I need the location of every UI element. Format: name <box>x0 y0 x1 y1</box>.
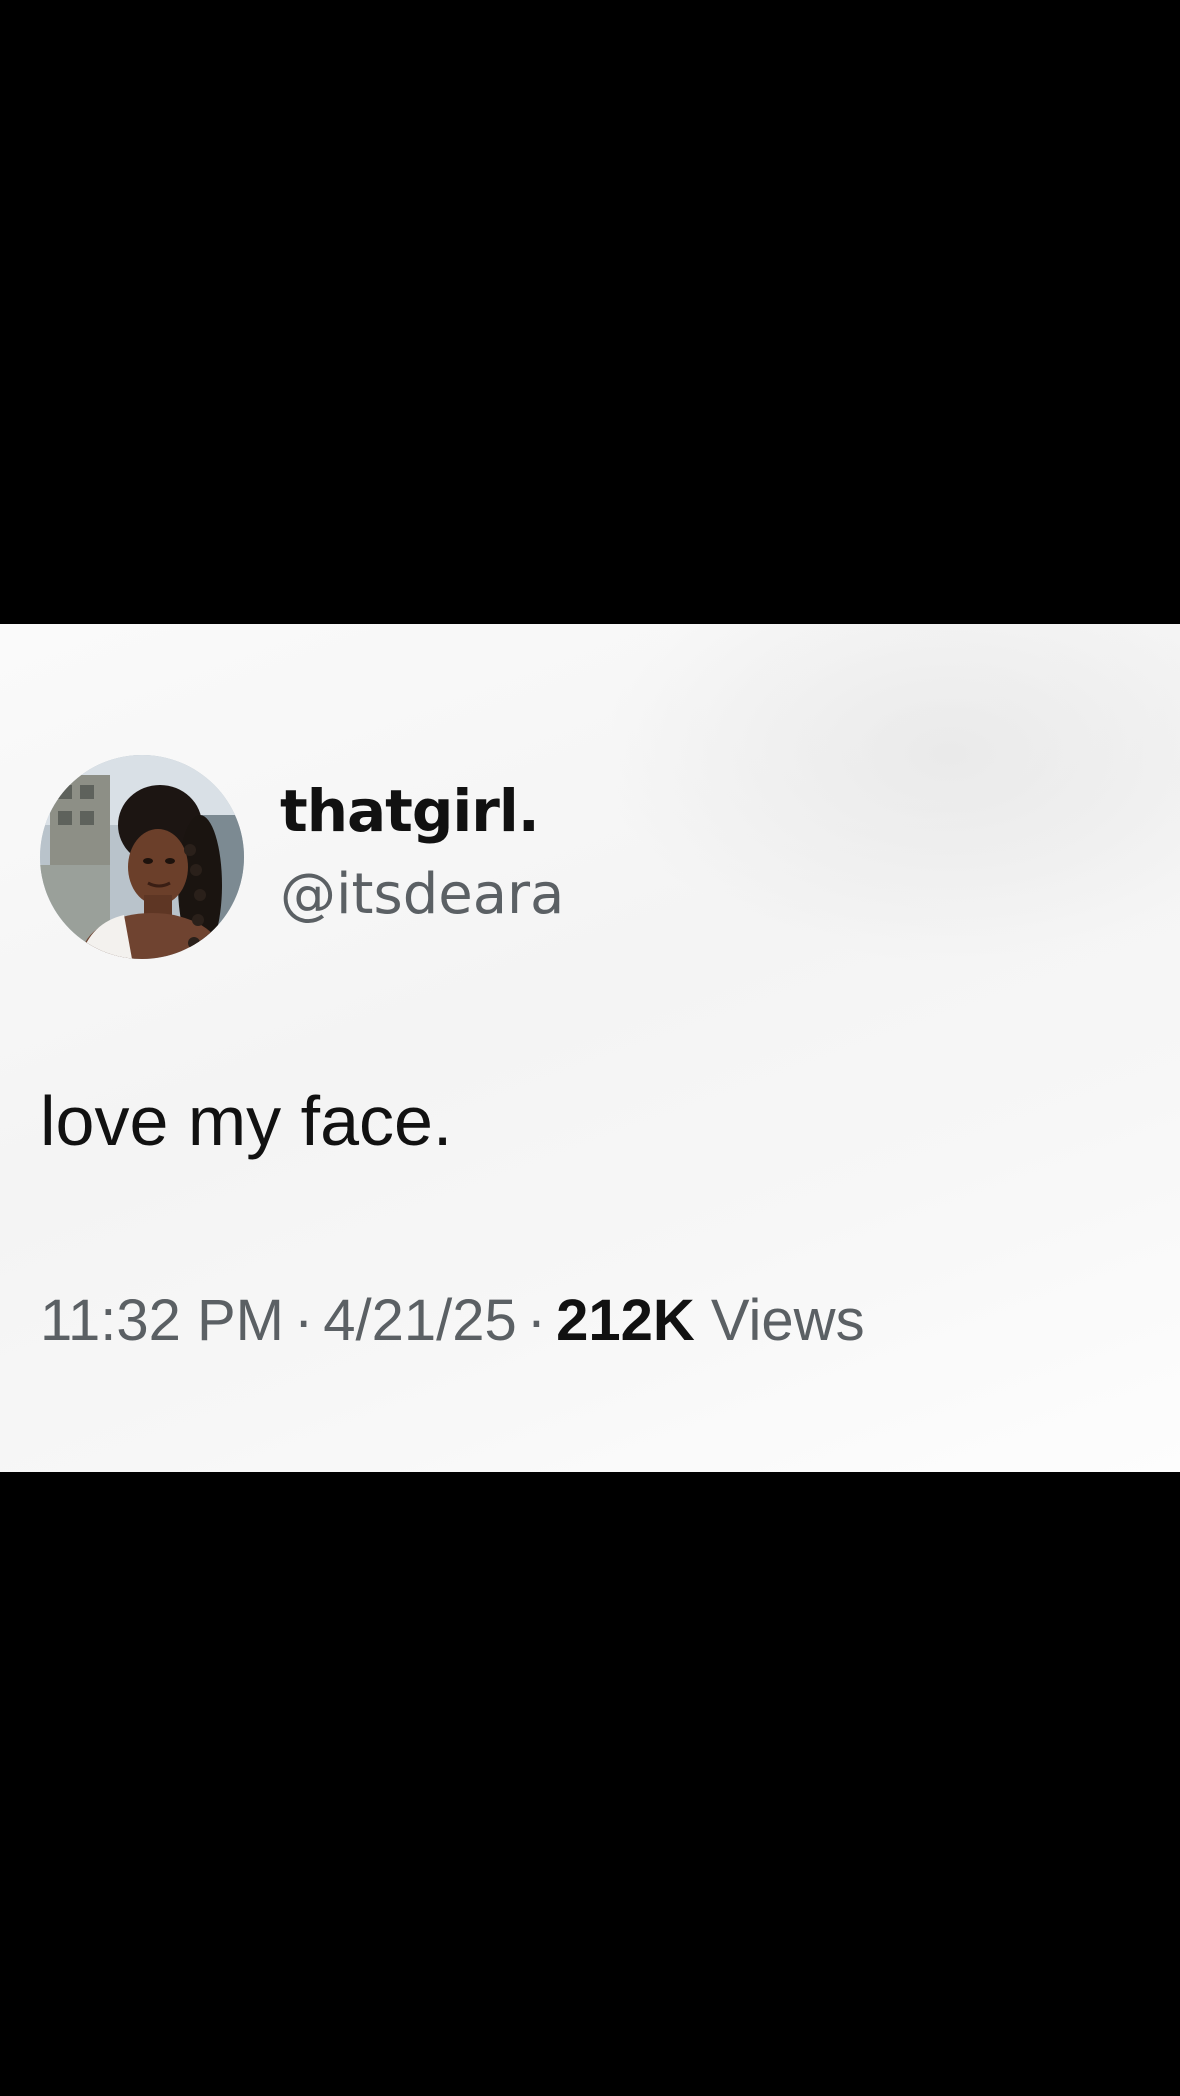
views-label: Views <box>710 1288 865 1353</box>
profile-photo-icon <box>40 755 244 959</box>
tweet-meta: 11:32 PM · 4/21/25 · 212K Views <box>40 1292 865 1350</box>
avatar[interactable] <box>40 755 244 959</box>
views-count[interactable]: 212K <box>556 1288 695 1353</box>
user-handle[interactable]: @itsdeara <box>280 867 564 923</box>
tweet-text: love my face. <box>40 1082 453 1160</box>
tweet-card: thatgirl. @itsdeara love my face. 11:32 … <box>0 624 1180 1472</box>
meta-separator: · <box>526 1288 547 1353</box>
tweet-time[interactable]: 11:32 PM <box>40 1288 284 1353</box>
letterbox-bottom <box>0 1472 1180 2096</box>
tweet-date[interactable]: 4/21/25 <box>323 1288 517 1353</box>
display-name[interactable]: thatgirl. <box>280 782 540 840</box>
screen-glare <box>600 624 1180 964</box>
letterbox-top <box>0 0 1180 624</box>
meta-separator: · <box>293 1288 314 1353</box>
